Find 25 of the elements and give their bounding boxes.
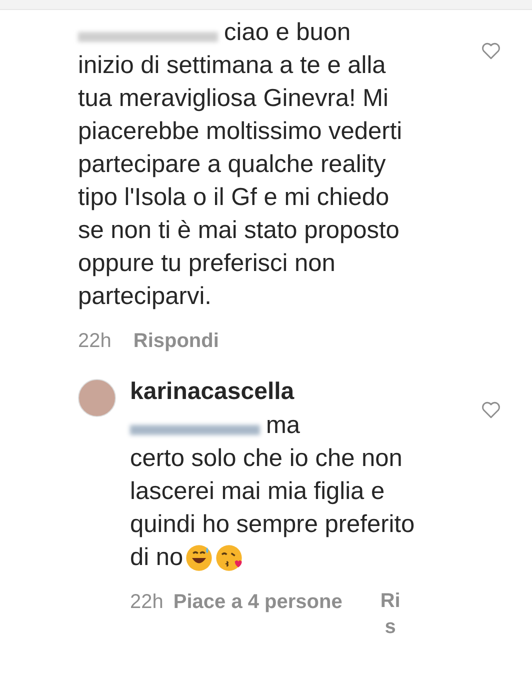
- avatar[interactable]: [78, 379, 116, 417]
- reply-link[interactable]: Ris: [380, 588, 400, 640]
- comment-text: parteciparvi.: [78, 282, 212, 312]
- reply-link[interactable]: Rispondi: [133, 327, 219, 355]
- likes-link[interactable]: Piace a 4 persone: [173, 588, 342, 616]
- comment-text: certo solo che io che non: [130, 444, 402, 474]
- heart-icon[interactable]: [480, 399, 502, 421]
- comment-text: partecipare a qualche reality: [78, 150, 386, 180]
- comment-text: tipo l'Isola o il Gf e mi chiedo: [78, 183, 390, 213]
- kiss-face-icon: [215, 544, 244, 572]
- username[interactable]: karinacascella: [130, 375, 532, 409]
- grinning-sweat-face-icon: [185, 544, 214, 572]
- comment-text: tua meravigliosa Ginevra! Mi: [78, 84, 388, 114]
- comment-text: inizio di settimana a te e alla: [78, 51, 386, 81]
- comment-text: se non ti è mai stato proposto: [78, 216, 400, 246]
- comment-text: ma: [266, 411, 300, 441]
- comment-text: lascerei mai mia figlia e: [130, 477, 385, 507]
- comment-text: quindi ho sempre preferito: [130, 510, 415, 540]
- comment-text: piacerebbe moltissimo vederti: [78, 117, 402, 147]
- comment-time: 22h: [78, 329, 112, 354]
- comment-text: oppure tu preferisci non: [78, 249, 336, 279]
- heart-icon[interactable]: [480, 40, 502, 62]
- comment-text: di no: [130, 543, 184, 573]
- comment-time: 22h: [130, 590, 164, 615]
- comment-text: ciao e buon: [224, 18, 351, 48]
